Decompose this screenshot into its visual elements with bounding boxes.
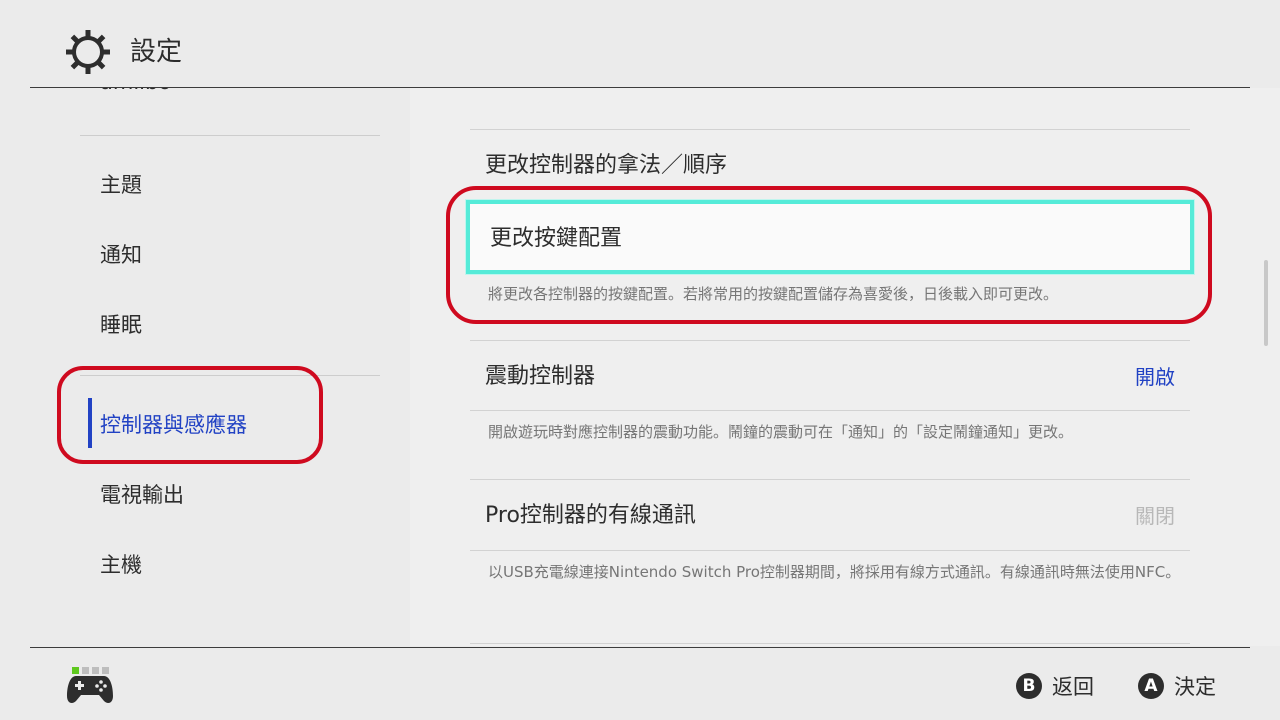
ok-button-label: 決定 (1174, 675, 1216, 699)
highlight-ring (446, 186, 1212, 324)
pro-controller-wired-item[interactable]: Pro控制器的有線通訊 (485, 500, 696, 532)
controller-vibration-item[interactable]: 震動控制器 (485, 361, 595, 393)
controller-icon (67, 676, 113, 704)
row-divider (470, 479, 1190, 480)
header: 設定 (0, 0, 1280, 88)
change-grip-order-item[interactable]: 更改控制器的拿法／順序 (485, 150, 727, 182)
pro-controller-wired-description: 以USB充電線連接Nintendo Switch Pro控制器期間，將採用有線方… (488, 563, 1181, 581)
gear-icon (66, 30, 110, 74)
sidebar-item-sleep[interactable]: 睡眠 (100, 310, 142, 340)
sidebar-item-tv-output[interactable]: 電視輸出 (100, 480, 184, 510)
controller-vibration-description: 開啟遊玩時對應控制器的震動功能。鬧鐘的震動可在「通知」的「設定鬧鐘通知」更改。 (488, 423, 1074, 441)
sidebar: amiibo 主題 通知 睡眠 控制器與感應器 電視輸出 主機 (0, 88, 410, 646)
row-divider (470, 129, 1190, 130)
scrollbar[interactable] (1264, 260, 1268, 346)
controller-vibration-value[interactable]: 開啟 (1135, 362, 1175, 392)
sidebar-item-amiibo[interactable]: amiibo (100, 88, 171, 94)
settings-panel: 更改控制器的拿法／順序 更改按鍵配置 將更改各控制器的按鍵配置。若將常用的按鍵配… (410, 88, 1280, 646)
sidebar-item-system[interactable]: 主機 (100, 550, 142, 580)
sidebar-item-notifications[interactable]: 通知 (100, 240, 142, 270)
row-divider (470, 410, 1190, 411)
row-divider (470, 340, 1190, 341)
sidebar-divider (80, 135, 380, 136)
page-title: 設定 (130, 37, 183, 67)
ok-button[interactable]: A 決定 (1138, 671, 1216, 701)
row-divider (470, 643, 1190, 644)
b-button-icon: B (1016, 673, 1042, 699)
highlight-ring (57, 366, 323, 464)
sidebar-item-theme[interactable]: 主題 (100, 170, 142, 200)
back-button-label: 返回 (1052, 675, 1094, 699)
back-button[interactable]: B 返回 (1016, 671, 1094, 701)
pro-controller-wired-value[interactable]: 關閉 (1135, 501, 1175, 531)
footer-divider (30, 647, 1250, 648)
a-button-icon: A (1138, 673, 1164, 699)
row-divider (470, 550, 1190, 551)
